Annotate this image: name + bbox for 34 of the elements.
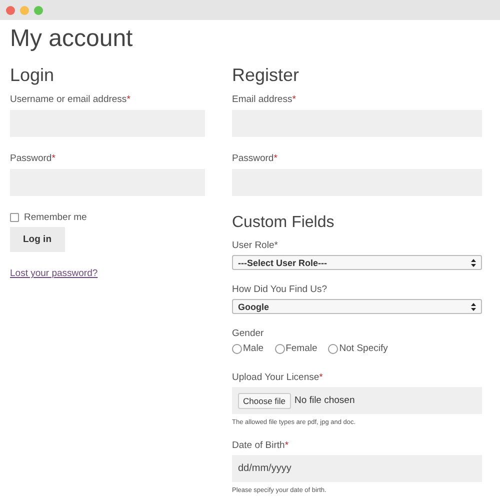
radio-button[interactable] bbox=[328, 344, 338, 354]
radio-button[interactable] bbox=[274, 344, 285, 354]
dropdown-arrows-icon bbox=[471, 258, 476, 266]
register-heading: Register bbox=[232, 64, 300, 86]
date-input-field[interactable]: dd/mm/yyyy bbox=[232, 455, 482, 482]
file-upload-field[interactable]: Choose file No file chosen bbox=[232, 387, 482, 414]
radio-label: Male bbox=[243, 343, 264, 354]
section-heading: Custom Fields bbox=[232, 213, 336, 233]
page-title: My account bbox=[10, 26, 134, 52]
dropdown-arrows-icon bbox=[471, 302, 476, 310]
window-control-icon[interactable] bbox=[20, 6, 29, 14]
field-label: Upload Your License* bbox=[232, 372, 324, 384]
field-label: Username or email address* bbox=[10, 94, 132, 106]
login-button[interactable]: Log in bbox=[10, 227, 64, 252]
window-control-icon[interactable] bbox=[6, 6, 15, 14]
checkbox[interactable] bbox=[10, 213, 19, 222]
lost-password-link[interactable]: Lost your password? bbox=[10, 268, 205, 279]
select-dropdown[interactable]: ---Select User Role--- bbox=[232, 255, 482, 270]
select-dropdown[interactable]: Google bbox=[232, 299, 482, 314]
field-label: How Did You Find Us? bbox=[232, 284, 328, 296]
login-heading: Login bbox=[10, 64, 56, 86]
radio-label: Not Specify bbox=[339, 343, 388, 354]
field-label: Date of Birth* bbox=[232, 440, 290, 452]
field-label: Password* bbox=[10, 153, 56, 165]
radio-label: Female bbox=[286, 343, 318, 354]
field-label: User Role* bbox=[232, 240, 279, 252]
field-label: Email address* bbox=[232, 94, 297, 106]
checkbox-label: Remember me bbox=[24, 212, 87, 223]
choose-file-button[interactable]: Choose file bbox=[238, 392, 291, 408]
window-control-icon[interactable] bbox=[34, 6, 43, 14]
file-status: No file chosen bbox=[294, 395, 355, 406]
radio-button[interactable] bbox=[232, 344, 242, 354]
field-label: Password* bbox=[232, 153, 278, 165]
field-label: Gender bbox=[232, 328, 265, 340]
